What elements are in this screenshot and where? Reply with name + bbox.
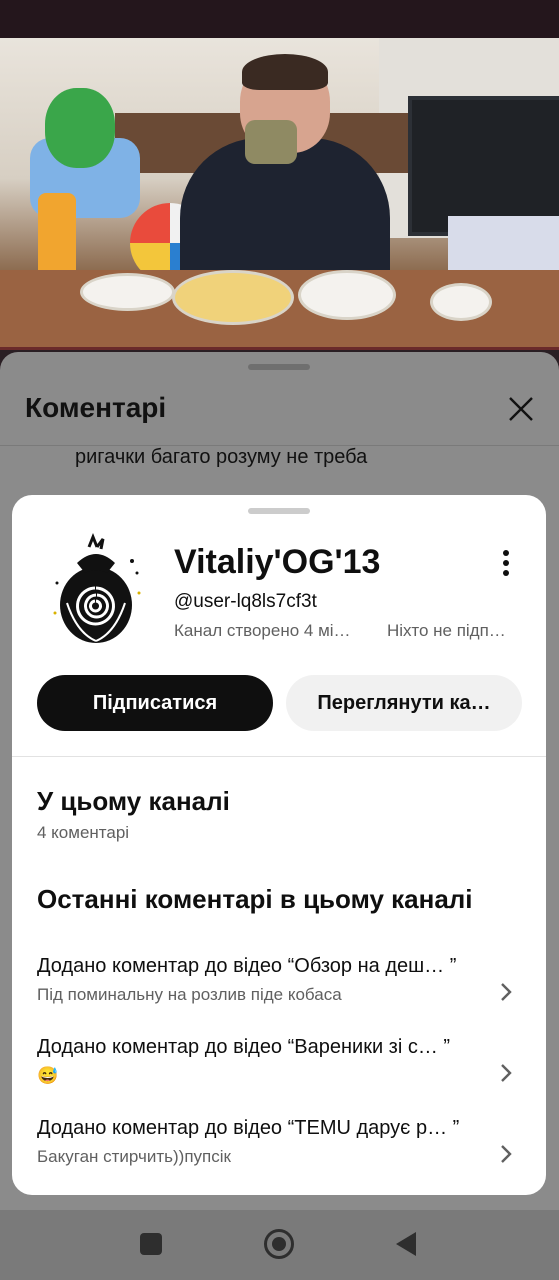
channel-popup-card: Vitaliy'OG'13 @user-lq8ls7cf3t Канал ств… — [12, 495, 546, 1195]
triangle-back-icon[interactable] — [396, 1232, 416, 1256]
recent-comments-title: Останні коментарі в цьому каналі — [37, 884, 473, 914]
system-navigation-bar — [0, 1210, 559, 1280]
status-bar — [0, 0, 559, 38]
comment-text: ригачки багато розуму не треба — [75, 446, 368, 468]
channel-avatar[interactable] — [37, 533, 155, 651]
activity-item[interactable]: Додано коментар до відео “Вареники зі с…… — [37, 1036, 527, 1106]
activity-item[interactable]: Додано коментар до відео “TEMU дарує р… … — [37, 1117, 527, 1187]
square-icon[interactable] — [140, 1233, 162, 1255]
close-icon[interactable] — [508, 396, 534, 422]
channel-handle: @user-lq8ls7cf3t — [174, 591, 317, 612]
comment-count: 4 коментарі — [37, 823, 130, 842]
chevron-right-icon — [499, 981, 513, 1003]
activity-comment: 😅 — [37, 1066, 59, 1085]
more-vertical-icon[interactable] — [496, 547, 516, 579]
video-player[interactable] — [0, 38, 559, 350]
activity-title: Додано коментар до відео “Вареники зі с…… — [37, 1036, 451, 1058]
subscriber-count: Ніхто не підп… — [387, 621, 506, 640]
toy-frog — [45, 88, 115, 168]
activity-title: Додано коментар до відео “Обзор на деш… … — [37, 955, 457, 977]
view-channel-button[interactable]: Переглянути ка… — [286, 675, 522, 731]
comments-title: Коментарі — [25, 392, 167, 423]
channel-created-date: Канал створено 4 мі… — [174, 621, 351, 640]
circle-icon[interactable] — [264, 1229, 294, 1259]
activity-title: Додано коментар до відео “TEMU дарує р… … — [37, 1117, 460, 1139]
drag-handle[interactable] — [248, 508, 310, 514]
chevron-right-icon — [499, 1062, 513, 1084]
in-channel-title: У цьому каналі — [37, 786, 230, 816]
channel-name: Vitaliy'OG'13 — [174, 543, 381, 581]
chevron-right-icon — [499, 1143, 513, 1165]
onion-logo-icon — [53, 533, 141, 643]
activity-item[interactable]: Додано коментар до відео “Обзор на деш… … — [37, 955, 527, 1025]
tv-in-video — [408, 96, 559, 236]
drag-handle[interactable] — [248, 364, 310, 370]
subscribe-button[interactable]: Підписатися — [37, 675, 273, 731]
activity-comment: Під поминальну на розлив піде кобаса — [37, 985, 342, 1004]
activity-comment: Бакуган стирчить))пупсік — [37, 1147, 231, 1166]
video-progress-bar[interactable] — [0, 347, 559, 350]
